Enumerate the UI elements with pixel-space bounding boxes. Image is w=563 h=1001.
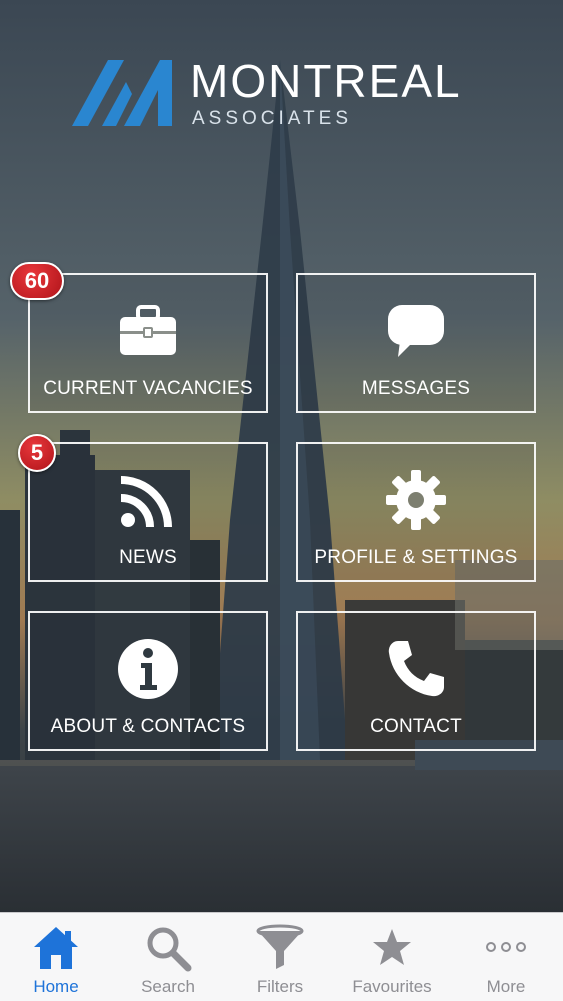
rss-feed-icon (120, 476, 172, 528)
search-icon (147, 927, 192, 972)
home-icon (34, 927, 78, 969)
tab-more[interactable]: More (450, 913, 562, 1001)
brand-logo: MONTREAL ASSOCIATES (72, 55, 512, 136)
tile-about-contacts[interactable]: ABOUT & CONTACTS (28, 611, 268, 751)
brand-mark-icon (72, 60, 172, 126)
tab-label: Filters (256, 977, 304, 996)
news-count-badge: 5 (18, 434, 56, 472)
tab-search[interactable]: Search (112, 913, 224, 1001)
tile-label: MESSAGES (361, 378, 471, 399)
tab-label: Home (33, 977, 79, 996)
tile-messages[interactable]: MESSAGES (296, 273, 536, 413)
tile-news[interactable]: NEWS (28, 442, 268, 582)
tab-favourites[interactable]: Favourites (336, 913, 448, 1001)
tile-current-vacancies[interactable]: CURRENT VACANCIES (28, 273, 268, 413)
tab-label: More (486, 977, 526, 996)
brand-title: MONTREAL (190, 55, 462, 107)
brand-subtitle: ASSOCIATES (192, 108, 353, 129)
tile-label: PROFILE & SETTINGS (314, 547, 518, 568)
tab-home[interactable]: Home (0, 913, 112, 1001)
star-icon (373, 929, 411, 965)
tile-label: CURRENT VACANCIES (43, 378, 253, 399)
vacancies-count-badge: 60 (10, 262, 64, 300)
more-dots-icon (486, 942, 526, 952)
tile-label: CONTACT (370, 716, 462, 737)
gear-icon (386, 470, 446, 530)
info-icon (118, 639, 178, 699)
tile-contact[interactable]: CONTACT (296, 611, 536, 751)
tab-label: Search (141, 977, 195, 996)
tile-label: NEWS (119, 547, 177, 568)
tile-label: ABOUT & CONTACTS (50, 716, 246, 737)
tab-label: Favourites (352, 977, 432, 996)
bottom-tab-bar: Home Search Filters Favourites More (0, 912, 563, 1001)
tab-filters[interactable]: Filters (224, 913, 336, 1001)
tile-profile-settings[interactable]: PROFILE & SETTINGS (296, 442, 536, 582)
phone-icon (388, 641, 444, 697)
briefcase-icon (120, 305, 176, 355)
chat-bubble-icon (388, 305, 444, 357)
filter-funnel-icon (256, 924, 304, 969)
